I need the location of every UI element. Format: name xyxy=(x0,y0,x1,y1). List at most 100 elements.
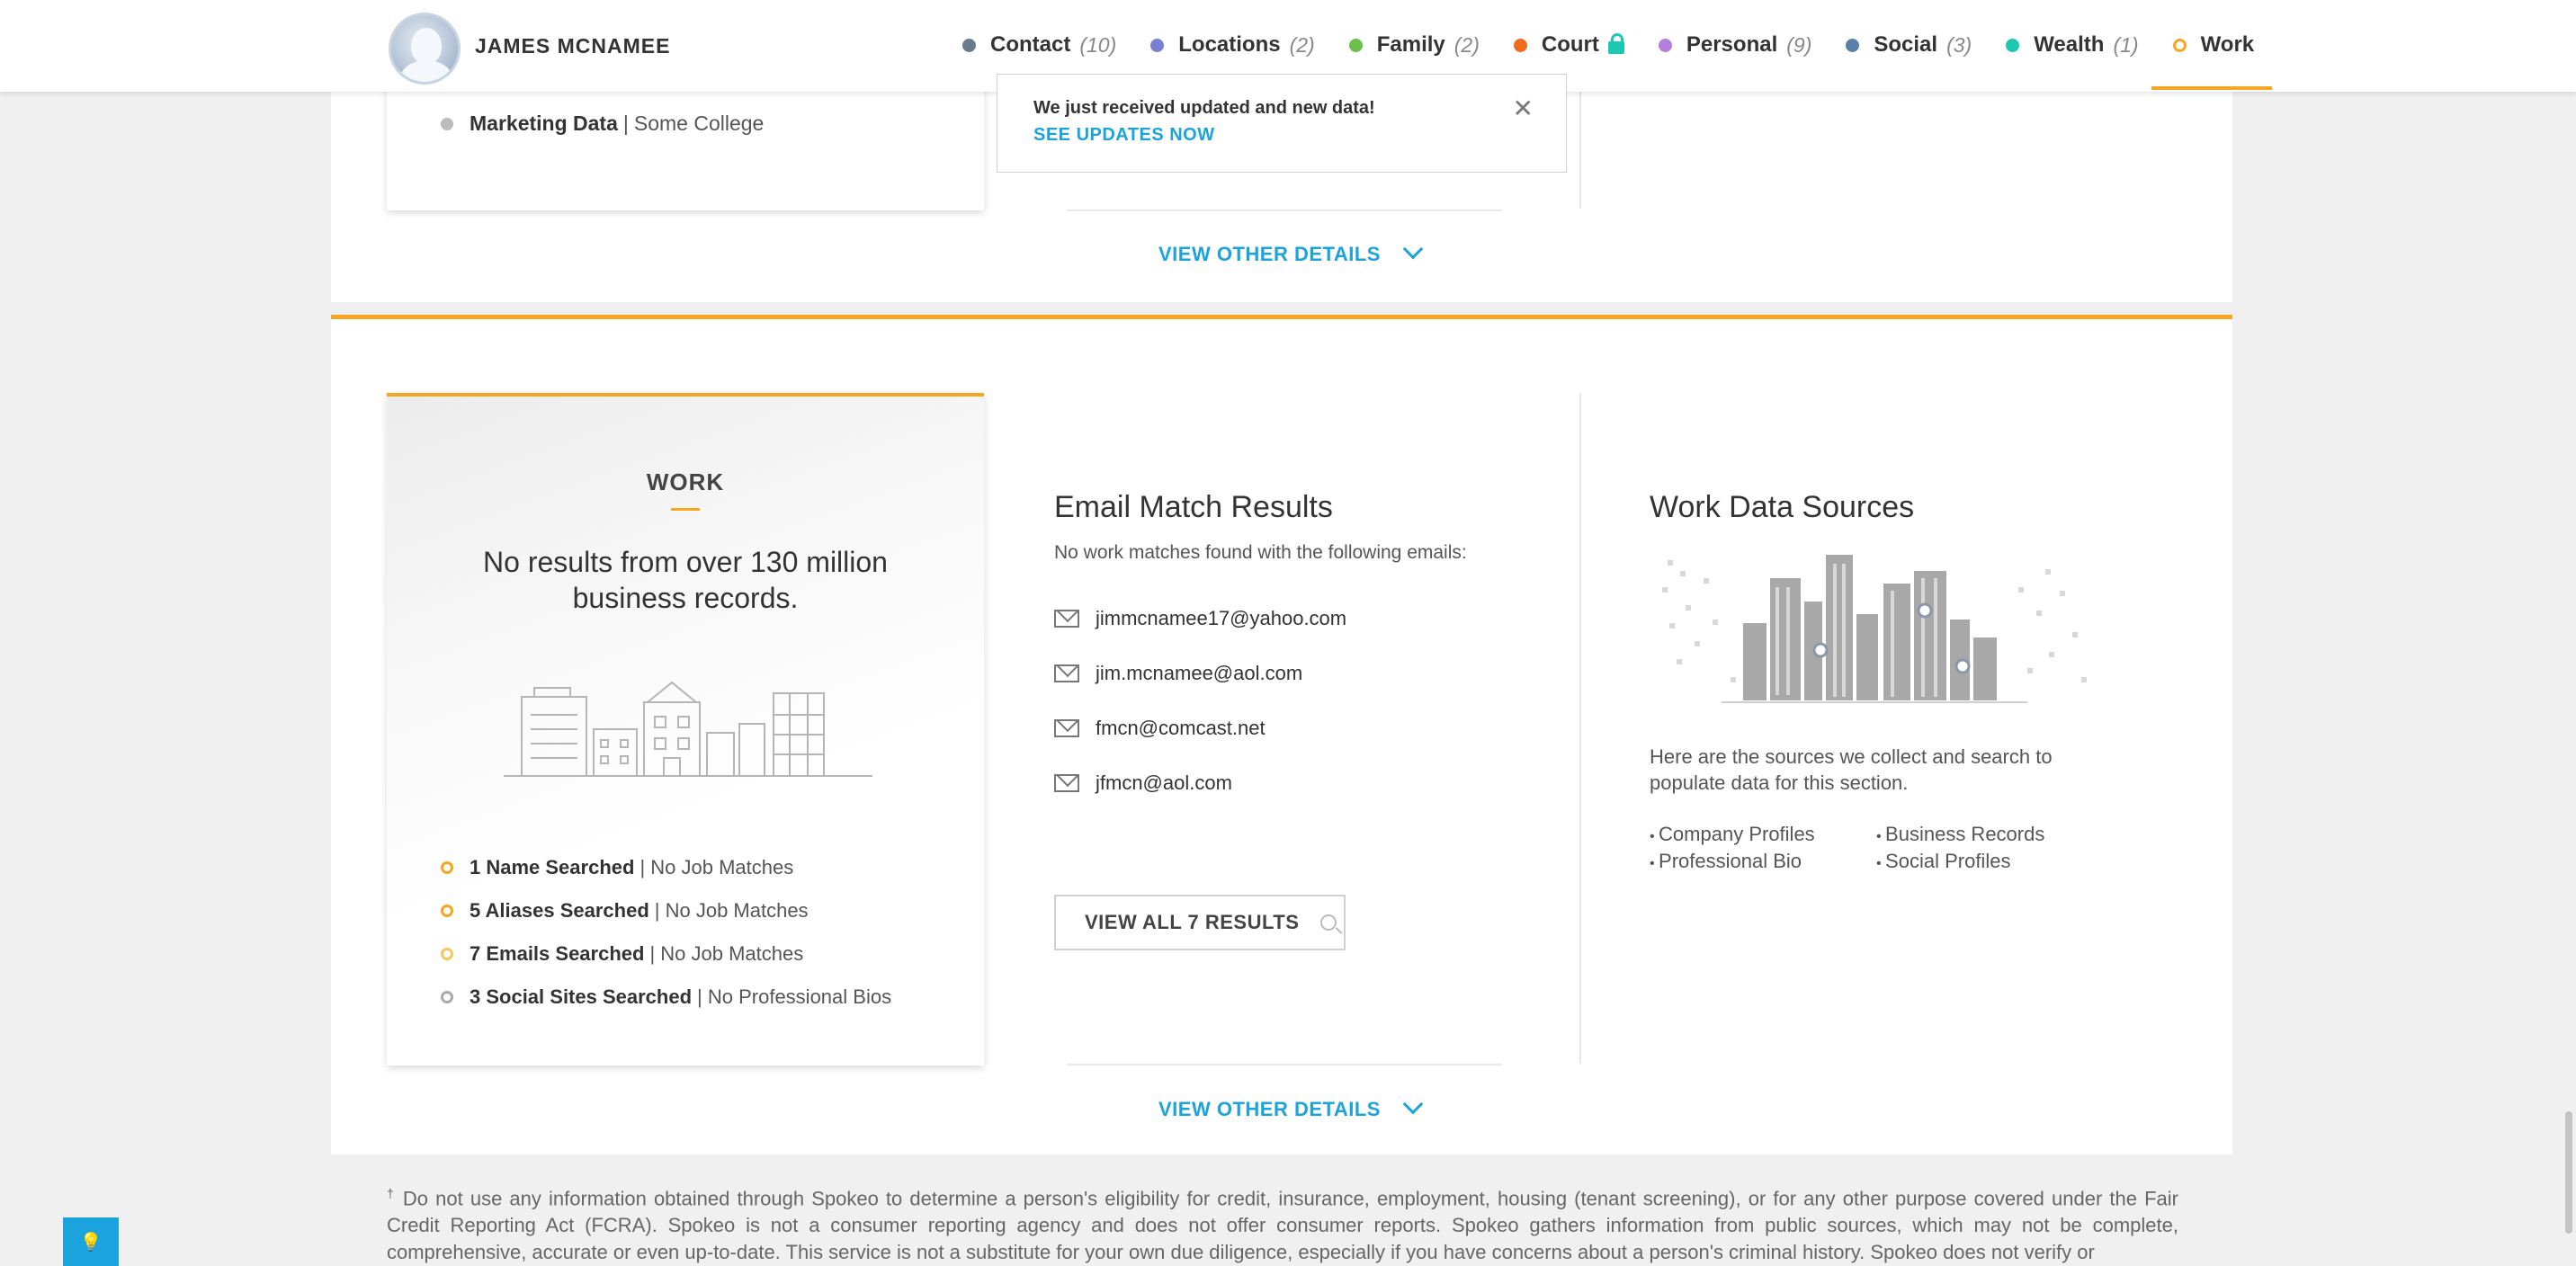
see-updates-link[interactable]: SEE UPDATES NOW xyxy=(1033,125,1215,146)
email-match-subtitle: No work matches found with the following… xyxy=(1054,542,1467,563)
view-other-details-label: VIEW OTHER DETAILS xyxy=(1158,1098,1381,1120)
status-ring-icon xyxy=(441,861,453,874)
envelope-icon xyxy=(1054,773,1079,792)
status-dot-icon xyxy=(1846,38,1860,52)
separator: | xyxy=(649,942,661,965)
city-skyline-illustration xyxy=(1662,555,2087,703)
nav-label: Court xyxy=(1541,32,1599,57)
search-summary-item: 5 Aliases Searched | No Job Matches xyxy=(441,889,891,932)
nav-count: (2) xyxy=(1453,32,1480,57)
email-address: jfmcn@aol.com xyxy=(1096,771,1232,794)
work-title: WORK xyxy=(646,468,725,495)
status-dot-icon xyxy=(1348,38,1363,52)
source-item: Business Records xyxy=(1876,823,2103,846)
source-item: Company Profiles xyxy=(1650,823,1876,846)
view-all-results-label: VIEW ALL 7 RESULTS xyxy=(1085,911,1300,933)
separator: | xyxy=(622,111,629,135)
nav-count: (10) xyxy=(1079,32,1117,57)
source-item: Professional Bio xyxy=(1650,850,1876,873)
nav-item-personal[interactable]: Personal (9) xyxy=(1658,0,1812,90)
nav-count: (1) xyxy=(2113,32,2139,57)
avatar-body xyxy=(400,60,452,82)
city-buildings-illustration xyxy=(504,681,872,777)
separator: | xyxy=(640,856,651,878)
nav-count: (2) xyxy=(1289,32,1315,57)
view-other-details-link[interactable]: VIEW OTHER DETAILS xyxy=(1158,1093,1424,1121)
email-item: jim.mcnamee@aol.com xyxy=(1054,646,1346,700)
title-underline xyxy=(671,508,700,511)
email-match-heading: Email Match Results xyxy=(1054,490,1333,524)
envelope-icon xyxy=(1054,664,1079,682)
envelope-icon xyxy=(1054,609,1079,628)
nav-label: Locations xyxy=(1178,32,1281,57)
status-dot-icon xyxy=(1658,38,1672,52)
status-dot-icon xyxy=(1513,38,1527,52)
divider xyxy=(1067,1064,1502,1065)
nav-label: Family xyxy=(1376,32,1445,57)
column-divider xyxy=(1579,393,1581,1064)
avatar-head xyxy=(411,28,442,64)
email-address: jimmcnamee17@yahoo.com xyxy=(1096,606,1347,629)
separator: | xyxy=(654,899,666,922)
email-item: jfmcn@aol.com xyxy=(1054,755,1346,810)
status-ring-icon xyxy=(441,905,453,917)
view-other-details-label: VIEW OTHER DETAILS xyxy=(1158,243,1381,265)
search-summary-list: 1 Name Searched | No Job Matches 5 Alias… xyxy=(441,846,891,1019)
separator: | xyxy=(697,985,708,1008)
notice-text: We just received updated and new data! xyxy=(1033,98,1375,118)
email-list: jimmcnamee17@yahoo.com jim.mcnamee@aol.c… xyxy=(1054,591,1346,810)
fcra-disclaimer: † Do not use any information obtained th… xyxy=(387,1180,2178,1266)
nav-label: Social xyxy=(1874,32,1938,57)
nav-item-wealth[interactable]: Wealth (1) xyxy=(2006,0,2139,90)
status-ring-icon xyxy=(441,991,453,1003)
nav-label: Work xyxy=(2200,32,2255,57)
search-count: 1 Name Searched xyxy=(470,856,635,878)
search-icon xyxy=(1320,914,1337,931)
person-name: JAMES MCNAMEE xyxy=(475,34,671,58)
work-summary-card: WORK No results from over 130 million bu… xyxy=(387,393,984,1065)
search-summary-item: 3 Social Sites Searched | No Professiona… xyxy=(441,976,891,1019)
status-ring-icon xyxy=(2172,38,2187,52)
nav-item-social[interactable]: Social (3) xyxy=(1846,0,1972,90)
search-result: No Job Matches xyxy=(660,942,804,965)
lightbulb-icon[interactable]: 💡 xyxy=(63,1217,119,1266)
disclaimer-text: Do not use any information obtained thro… xyxy=(387,1187,2178,1264)
lock-icon xyxy=(1607,33,1624,54)
update-notice: We just received updated and new data! S… xyxy=(997,74,1567,173)
view-other-details-link[interactable]: VIEW OTHER DETAILS xyxy=(1158,238,1424,266)
marketing-value: Some College xyxy=(633,111,765,135)
email-item: fmcn@comcast.net xyxy=(1054,700,1346,755)
nav-count: (3) xyxy=(1946,32,1972,57)
envelope-icon xyxy=(1054,718,1079,737)
search-result: No Job Matches xyxy=(650,856,794,878)
email-address: fmcn@comcast.net xyxy=(1096,716,1266,739)
email-address: jim.mcnamee@aol.com xyxy=(1096,661,1303,684)
search-result: No Professional Bios xyxy=(707,985,892,1008)
scrollbar[interactable] xyxy=(2565,1111,2572,1234)
nav-label: Wealth xyxy=(2034,32,2105,57)
avatar[interactable] xyxy=(389,13,461,85)
nav-item-work[interactable]: Work xyxy=(2151,0,2272,90)
search-result: No Job Matches xyxy=(665,899,809,922)
chevron-down-icon xyxy=(1402,238,1424,260)
work-data-sources-list: Company Profiles Business Records Profes… xyxy=(1650,823,2117,873)
marketing-data-row: Marketing Data | Some College xyxy=(441,111,764,136)
search-count: 7 Emails Searched xyxy=(470,942,645,965)
status-dot-icon xyxy=(2006,38,2020,52)
divider xyxy=(1067,210,1502,211)
nav-count: (9) xyxy=(1786,32,1812,57)
dagger-mark: † xyxy=(387,1186,396,1200)
work-message: No results from over 130 million busines… xyxy=(483,546,888,614)
nav-label: Contact xyxy=(990,32,1071,57)
source-item: Social Profiles xyxy=(1876,850,2103,873)
view-all-results-button[interactable]: VIEW ALL 7 RESULTS xyxy=(1054,895,1346,950)
search-summary-item: 1 Name Searched | No Job Matches xyxy=(441,846,891,889)
status-ring-icon xyxy=(441,948,453,960)
search-summary-item: 7 Emails Searched | No Job Matches xyxy=(441,932,891,976)
search-count: 3 Social Sites Searched xyxy=(470,985,693,1008)
work-section: WORK No results from over 130 million bu… xyxy=(331,315,2232,1155)
email-item: jimmcnamee17@yahoo.com xyxy=(1054,591,1346,646)
status-dot-icon xyxy=(1150,38,1165,52)
work-data-sources-description: Here are the sources we collect and sear… xyxy=(1650,745,2053,794)
close-icon[interactable]: ✕ xyxy=(1513,96,1534,121)
